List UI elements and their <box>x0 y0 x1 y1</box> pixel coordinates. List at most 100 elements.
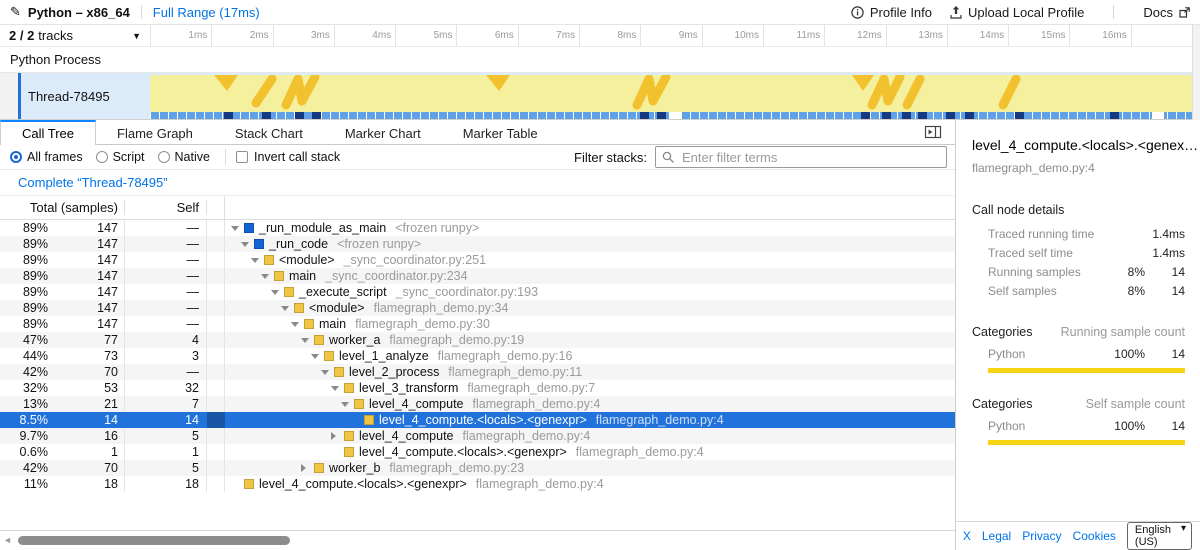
expand-open-icon[interactable] <box>321 370 334 375</box>
category-square <box>264 255 274 265</box>
tab-marker-table[interactable]: Marker Table <box>442 120 559 144</box>
sidebar-filler <box>956 445 1200 521</box>
function-name: level_4_compute.<locals>.<genexpr> <box>259 477 467 492</box>
radio-icon <box>158 151 170 163</box>
invert-call-stack-checkbox[interactable]: Invert call stack <box>236 150 340 164</box>
table-row[interactable]: 11% 18 18 level_4_compute.<locals>.<gene… <box>0 476 955 492</box>
expand-closed-icon[interactable] <box>301 464 314 472</box>
expand-open-icon[interactable] <box>301 338 314 343</box>
tick-label: 5ms <box>396 25 457 46</box>
expand-open-icon[interactable] <box>271 290 284 295</box>
footer-link-legal[interactable]: Legal <box>982 529 1011 543</box>
footer-link-privacy[interactable]: Privacy <box>1022 529 1061 543</box>
radio-all-frames[interactable]: All frames <box>10 150 83 164</box>
timeline-vertical-scrollbar[interactable] <box>1192 25 1200 120</box>
expand-open-icon[interactable] <box>341 402 354 407</box>
category-square <box>304 319 314 329</box>
function-name: level_4_compute <box>359 429 454 444</box>
table-row[interactable]: 44% 73 3 level_1_analyze flamegraph_demo… <box>0 348 955 364</box>
tick-label: 9ms <box>641 25 702 46</box>
expand-open-icon[interactable] <box>291 322 304 327</box>
table-row[interactable]: 42% 70 5 worker_b flamegraph_demo.py:23 <box>0 460 955 476</box>
radio-native[interactable]: Native <box>158 150 210 164</box>
tracks-count: 2 / 2 <box>9 28 34 43</box>
filter-stacks-label: Filter stacks: <box>574 150 647 165</box>
footer-link-cookies[interactable]: Cookies <box>1073 529 1116 543</box>
scrollbar-thumb[interactable] <box>18 536 290 545</box>
info-icon <box>851 6 864 19</box>
expand-open-icon[interactable] <box>331 386 344 391</box>
tab-flame-graph[interactable]: Flame Graph <box>96 120 214 144</box>
dropdown-arrow-icon: ▼ <box>132 31 141 41</box>
expand-open-icon[interactable] <box>261 274 274 279</box>
table-row[interactable]: 89% 147 — _execute_script _sync_coordina… <box>0 284 955 300</box>
upload-profile-button[interactable]: Upload Local Profile <box>950 5 1084 20</box>
file-location: flamegraph_demo.py:23 <box>389 461 524 476</box>
scroll-left-icon[interactable]: ◄ <box>3 535 12 545</box>
call-node-details-heading: Call node details <box>956 175 1200 217</box>
category-square <box>364 415 374 425</box>
footer-link-x[interactable]: X <box>963 529 971 543</box>
language-select[interactable]: English (US) ▾ <box>1127 522 1192 550</box>
table-row[interactable]: 0.6% 1 1 level_4_compute.<locals>.<genex… <box>0 444 955 460</box>
profile-info-button[interactable]: Profile Info <box>851 5 932 20</box>
full-range-link[interactable]: Full Range (17ms) <box>153 5 260 20</box>
call-tree-panel: Call Tree Flame Graph Stack Chart Marker… <box>0 120 955 550</box>
category-square <box>344 447 354 457</box>
tab-stack-chart[interactable]: Stack Chart <box>214 120 324 144</box>
tick-label: 7ms <box>519 25 580 46</box>
category-square <box>254 239 264 249</box>
category-square <box>324 351 334 361</box>
table-row[interactable]: 9.7% 16 5 level_4_compute flamegraph_dem… <box>0 428 955 444</box>
expand-open-icon[interactable] <box>311 354 324 359</box>
detail-row: Self samples 8% 14 <box>988 282 1185 301</box>
breadcrumb-complete-link[interactable]: Complete “Thread-78495” <box>18 175 168 190</box>
external-link-icon <box>1179 7 1190 18</box>
thread-activity-graph[interactable] <box>150 73 1192 119</box>
table-row[interactable]: 89% 147 — _run_module_as_main <frozen ru… <box>0 220 955 236</box>
file-location: <frozen runpy> <box>337 237 421 252</box>
filter-stacks-input[interactable] <box>655 146 947 168</box>
tick-label: 12ms <box>825 25 886 46</box>
table-row[interactable]: 13% 21 7 level_4_compute flamegraph_demo… <box>0 396 955 412</box>
tab-call-tree[interactable]: Call Tree <box>0 120 96 145</box>
sample-density-strip <box>150 112 1192 119</box>
expand-closed-icon[interactable] <box>331 432 344 440</box>
file-location: flamegraph_demo.py:11 <box>448 365 582 380</box>
column-header-self[interactable]: Self <box>125 200 207 215</box>
sidebar-toggle-button[interactable] <box>924 125 942 139</box>
profile-title[interactable]: Python – x86_64 <box>28 5 130 20</box>
table-row[interactable]: 89% 147 — _run_code <frozen runpy> <box>0 236 955 252</box>
call-tree-rows: 89% 147 — _run_module_as_main <frozen ru… <box>0 220 955 492</box>
category-square <box>244 479 254 489</box>
radio-script[interactable]: Script <box>96 150 145 164</box>
table-row[interactable]: 89% 147 — main _sync_coordinator.py:234 <box>0 268 955 284</box>
horizontal-scrollbar[interactable]: ◄ <box>0 530 955 550</box>
table-row[interactable]: 47% 77 4 worker_a flamegraph_demo.py:19 <box>0 332 955 348</box>
file-location: flamegraph_demo.py:4 <box>476 477 604 492</box>
table-row-selected[interactable]: 8.5% 14 14 level_4_compute.<locals>.<gen… <box>0 412 955 428</box>
tab-marker-chart[interactable]: Marker Chart <box>324 120 442 144</box>
detail-row: Traced self time 1.4ms <box>988 244 1185 263</box>
function-name: level_4_compute.<locals>.<genexpr> <box>379 413 587 428</box>
process-label: Python Process <box>10 52 101 67</box>
table-row[interactable]: 89% 147 — <module> _sync_coordinator.py:… <box>0 252 955 268</box>
marker-band <box>150 75 1192 112</box>
file-location: flamegraph_demo.py:4 <box>596 413 724 428</box>
table-row[interactable]: 89% 147 — main flamegraph_demo.py:30 <box>0 316 955 332</box>
docs-link[interactable]: Docs <box>1143 5 1190 20</box>
process-track-header[interactable]: Python Process <box>0 47 1200 73</box>
table-row[interactable]: 32% 53 32 level_3_transform flamegraph_d… <box>0 380 955 396</box>
tracks-dropdown[interactable]: 2 / 2 tracks ▼ <box>0 25 150 46</box>
expand-open-icon[interactable] <box>251 258 264 263</box>
pencil-icon[interactable]: ✎ <box>10 4 21 20</box>
table-row[interactable]: 42% 70 — level_2_process flamegraph_demo… <box>0 364 955 380</box>
thread-track[interactable]: Thread-78495 <box>0 73 1200 120</box>
category-square <box>314 463 324 473</box>
expand-open-icon[interactable] <box>231 226 244 231</box>
expand-open-icon[interactable] <box>241 242 254 247</box>
column-header-total[interactable]: Total (samples) <box>0 200 125 215</box>
file-location: _sync_coordinator.py:251 <box>344 253 486 268</box>
expand-open-icon[interactable] <box>281 306 294 311</box>
table-row[interactable]: 89% 147 — <module> flamegraph_demo.py:34 <box>0 300 955 316</box>
